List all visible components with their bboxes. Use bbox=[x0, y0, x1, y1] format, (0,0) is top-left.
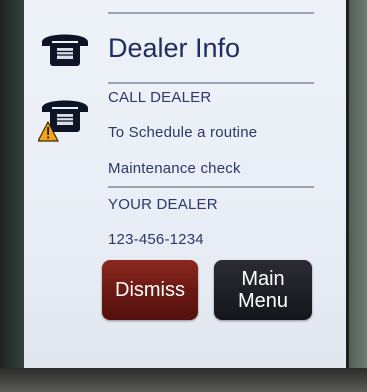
message-line-maintenance: Maintenance check bbox=[108, 160, 241, 177]
device-edge-bottom bbox=[0, 368, 367, 392]
phone-warning-icon bbox=[38, 100, 88, 142]
message-line-schedule: To Schedule a routine bbox=[108, 124, 258, 141]
message-line-call-dealer: CALL DEALER bbox=[108, 89, 212, 106]
divider-top bbox=[108, 12, 314, 14]
dealer-phone-number: 123-456-1234 bbox=[108, 231, 204, 248]
message-line-your-dealer: YOUR DEALER bbox=[108, 196, 218, 213]
main-menu-button[interactable]: Main Menu bbox=[214, 260, 312, 320]
page-title: Dealer Info bbox=[108, 33, 241, 63]
dismiss-button[interactable]: Dismiss bbox=[102, 260, 198, 320]
divider-header bbox=[108, 82, 314, 84]
device-edge-right bbox=[346, 0, 367, 392]
phone-icon bbox=[42, 34, 88, 66]
divider-middle bbox=[108, 186, 314, 188]
